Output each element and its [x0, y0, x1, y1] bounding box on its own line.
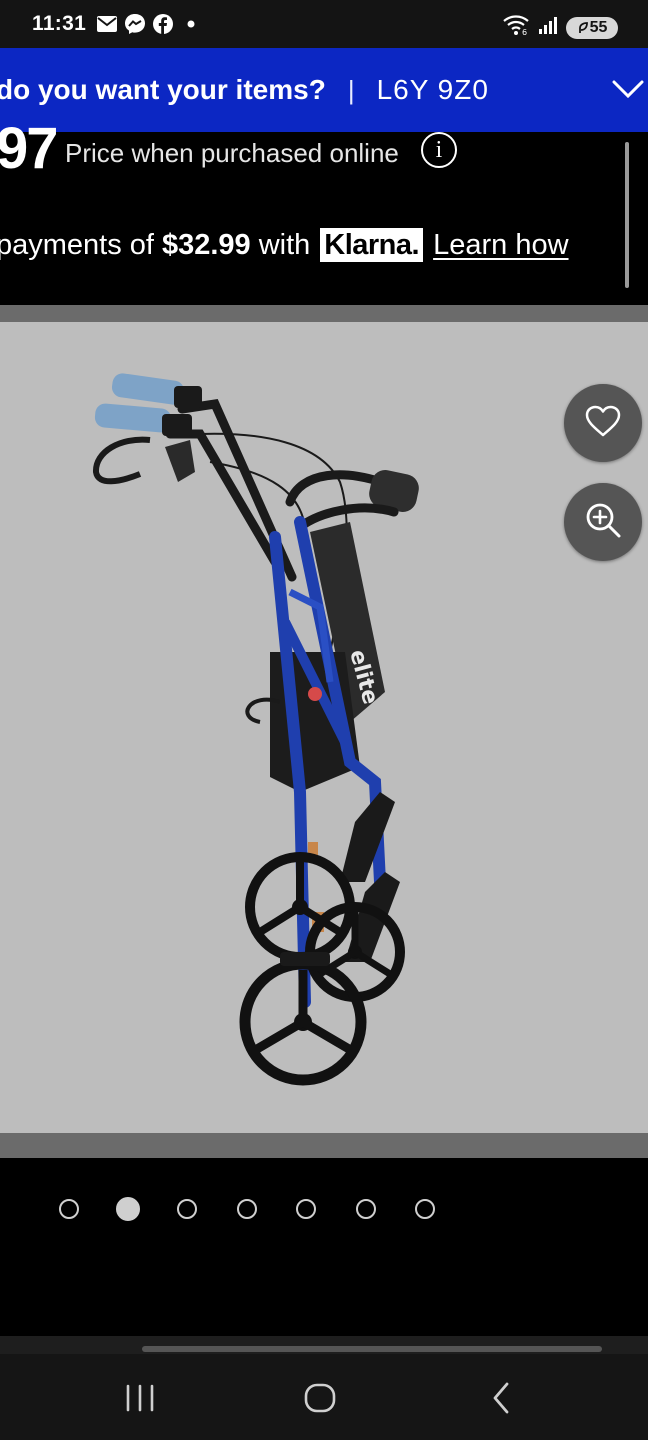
zoom-button[interactable] [564, 483, 642, 561]
delivery-location-bar[interactable]: do you want your items? | L6Y 9Z0 [0, 48, 648, 132]
walker-illustration: elite [93, 373, 419, 1086]
mail-icon [96, 13, 118, 35]
gallery-pagination [0, 1192, 648, 1228]
zoom-in-icon [584, 501, 622, 544]
klarna-logo: Klarna. [320, 228, 424, 262]
klarna-installments: payments of $32.99 with Klarna. Learn ho… [0, 228, 569, 262]
dot-icon [180, 13, 202, 35]
battery-level: 55 [589, 18, 608, 36]
front-wheel-lower [239, 958, 367, 1086]
price-amount: 97 [0, 116, 58, 181]
messenger-icon [124, 13, 146, 35]
info-icon[interactable]: i [421, 132, 457, 168]
clock: 11:31 [32, 12, 87, 35]
favorite-button[interactable] [564, 384, 642, 462]
gallery-dot[interactable] [356, 1199, 376, 1219]
klarna-with: with [258, 228, 311, 261]
gallery-dot-active[interactable] [116, 1197, 140, 1221]
gallery-dot[interactable] [59, 1199, 79, 1219]
gallery-dot[interactable] [237, 1199, 257, 1219]
back-icon[interactable] [472, 1376, 532, 1420]
facebook-icon [152, 13, 174, 35]
gallery-dot[interactable] [415, 1199, 435, 1219]
status-bar: 11:31 6 55 [0, 0, 648, 48]
notification-icons [96, 13, 202, 35]
klarna-prefix: payments of [0, 228, 154, 261]
wifi-icon: 6 [502, 14, 530, 41]
chevron-down-icon[interactable] [608, 68, 648, 112]
home-icon[interactable] [290, 1376, 350, 1420]
product-image[interactable]: elite [0, 322, 648, 1133]
status-right: 6 55 [502, 14, 618, 41]
gallery-dot[interactable] [177, 1199, 197, 1219]
recent-apps-icon[interactable] [110, 1376, 170, 1420]
price-note: Price when purchased online [65, 138, 399, 168]
delivery-question: do you want your items? [0, 74, 326, 105]
battery-indicator: 55 [566, 16, 618, 39]
heart-icon [585, 405, 621, 442]
separator: | [347, 74, 355, 105]
system-navigation-bar [0, 1354, 648, 1440]
gallery-dot[interactable] [296, 1199, 316, 1219]
postal-code: L6Y 9Z0 [376, 74, 489, 105]
svg-text:6: 6 [522, 28, 527, 36]
product-gallery[interactable]: elite [0, 305, 648, 1158]
scroll-indicator [625, 142, 629, 288]
learn-how-link[interactable]: Learn how [433, 229, 568, 262]
horizontal-scrollbar [142, 1346, 602, 1352]
klarna-amount: $32.99 [161, 228, 251, 261]
cell-signal-icon [538, 15, 558, 40]
